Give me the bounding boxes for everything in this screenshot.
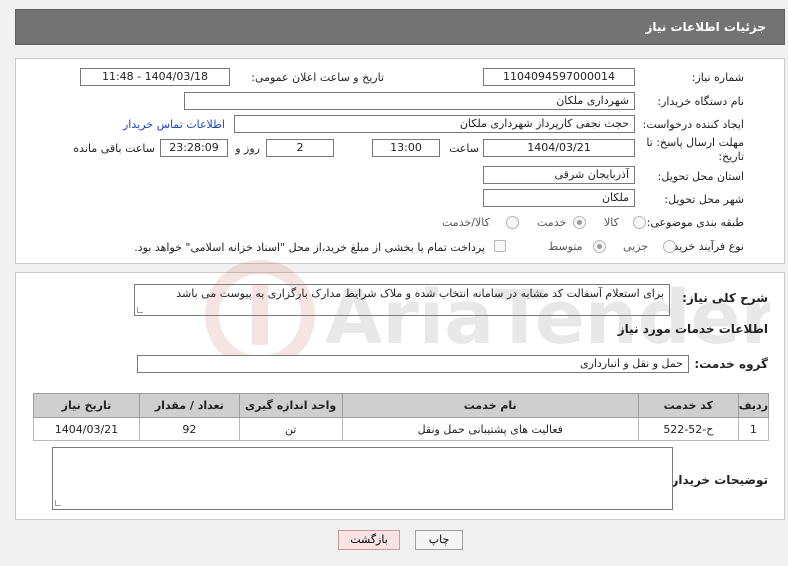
cell-row: 1 [737,417,770,441]
service-group-label: گروه خدمت: [694,357,768,371]
province-field: آذربایجان شرقی [483,166,635,184]
cell-code: ح-52-522 [637,417,739,441]
back-button[interactable]: بازگشت [338,530,400,550]
description-label: شرح کلی نیاز: [682,291,768,305]
process-medium-label: متوسط [548,240,583,253]
buyer-notes-field[interactable] [52,447,673,510]
treasury-checkbox[interactable] [494,240,506,252]
col-unit: واحد اندازه گیری [238,393,343,418]
buyer-org-field: شهرداری ملکان [184,92,635,110]
days-label: روز و [235,142,260,155]
city-field: ملکان [483,189,635,207]
remaining-days-field: 2 [266,139,334,157]
table-row: 1 ح-52-522 فعالیت های پشتیبانی حمل ونقل … [33,417,770,441]
buyer-contact-link[interactable]: اطلاعات تماس خریدار [123,118,225,131]
notes-resize-handle[interactable] [55,500,61,506]
services-table: ردیف کد خدمت نام خدمت واحد اندازه گیری ت… [33,393,770,441]
col-date: تاریخ نیاز [33,393,140,418]
process-medium-radio[interactable] [593,240,606,253]
category-goods-service-radio[interactable] [506,216,519,229]
cell-name: فعالیت های پشتیبانی حمل ونقل [341,417,639,441]
category-service-label: خدمت [537,216,567,229]
col-name: نام خدمت [341,393,639,418]
announce-datetime-label: تاریخ و ساعت اعلان عمومی: [251,71,384,84]
treasury-note: پرداخت تمام یا بخشی از مبلغ خرید،از محل … [134,241,485,254]
page-header: جزئیات اطلاعات نیاز [15,9,785,45]
deadline-time-field: 13:00 [372,139,440,157]
print-button[interactable]: چاپ [415,530,463,550]
cell-qty: 92 [138,417,240,441]
col-code: کد خدمت [637,393,739,418]
buyer-org-label: نام دستگاه خریدار: [657,95,744,108]
need-number-field: 1104094597000014 [483,68,635,86]
process-label: نوع فرآیند خرید : [666,240,744,253]
description-field[interactable]: برای استعلام آسفالت کد مشابه در سامانه ا… [134,284,670,316]
category-goods-radio[interactable] [633,216,646,229]
buyer-notes-label: توضیحات خریدار: [666,473,768,487]
requester-field: حجت نجفی کارپرداز شهرداری ملکان [234,115,635,133]
process-partial-radio[interactable] [663,240,676,253]
page-title: جزئیات اطلاعات نیاز [645,20,766,34]
category-goods-service-label: کالا/خدمت [442,216,490,229]
process-partial-label: جزیی [623,240,649,253]
deadline-label: مهلت ارسال پاسخ: تا تاریخ: [646,136,744,163]
services-section-title: اطلاعات خدمات مورد نیاز [617,322,768,336]
description-resize-handle[interactable] [137,307,143,313]
city-label: شهر محل تحویل: [664,193,744,206]
col-row: ردیف [737,393,770,418]
deadline-time-label: ساعت [449,142,479,155]
cell-date: 1404/03/21 [33,417,140,441]
deadline-date-field: 1404/03/21 [483,139,635,157]
province-label: استان محل تحویل: [657,170,744,183]
service-group-field: حمل و نقل و انبارداری [137,355,689,373]
col-qty: تعداد / مقدار [138,393,240,418]
requester-label: ایجاد کننده درخواست: [642,118,744,131]
services-table-header: ردیف کد خدمت نام خدمت واحد اندازه گیری ت… [33,393,770,418]
need-number-label: شماره نیاز: [691,71,744,84]
category-goods-label: کالا [604,216,619,229]
category-service-radio[interactable] [573,216,586,229]
remaining-label: ساعت باقی مانده [73,142,155,155]
announce-datetime-field: 1404/03/18 - 11:48 [80,68,230,86]
remaining-time-field: 23:28:09 [160,139,228,157]
category-label: طبقه بندی موضوعی: [646,216,744,229]
cell-unit: تن [238,417,343,441]
